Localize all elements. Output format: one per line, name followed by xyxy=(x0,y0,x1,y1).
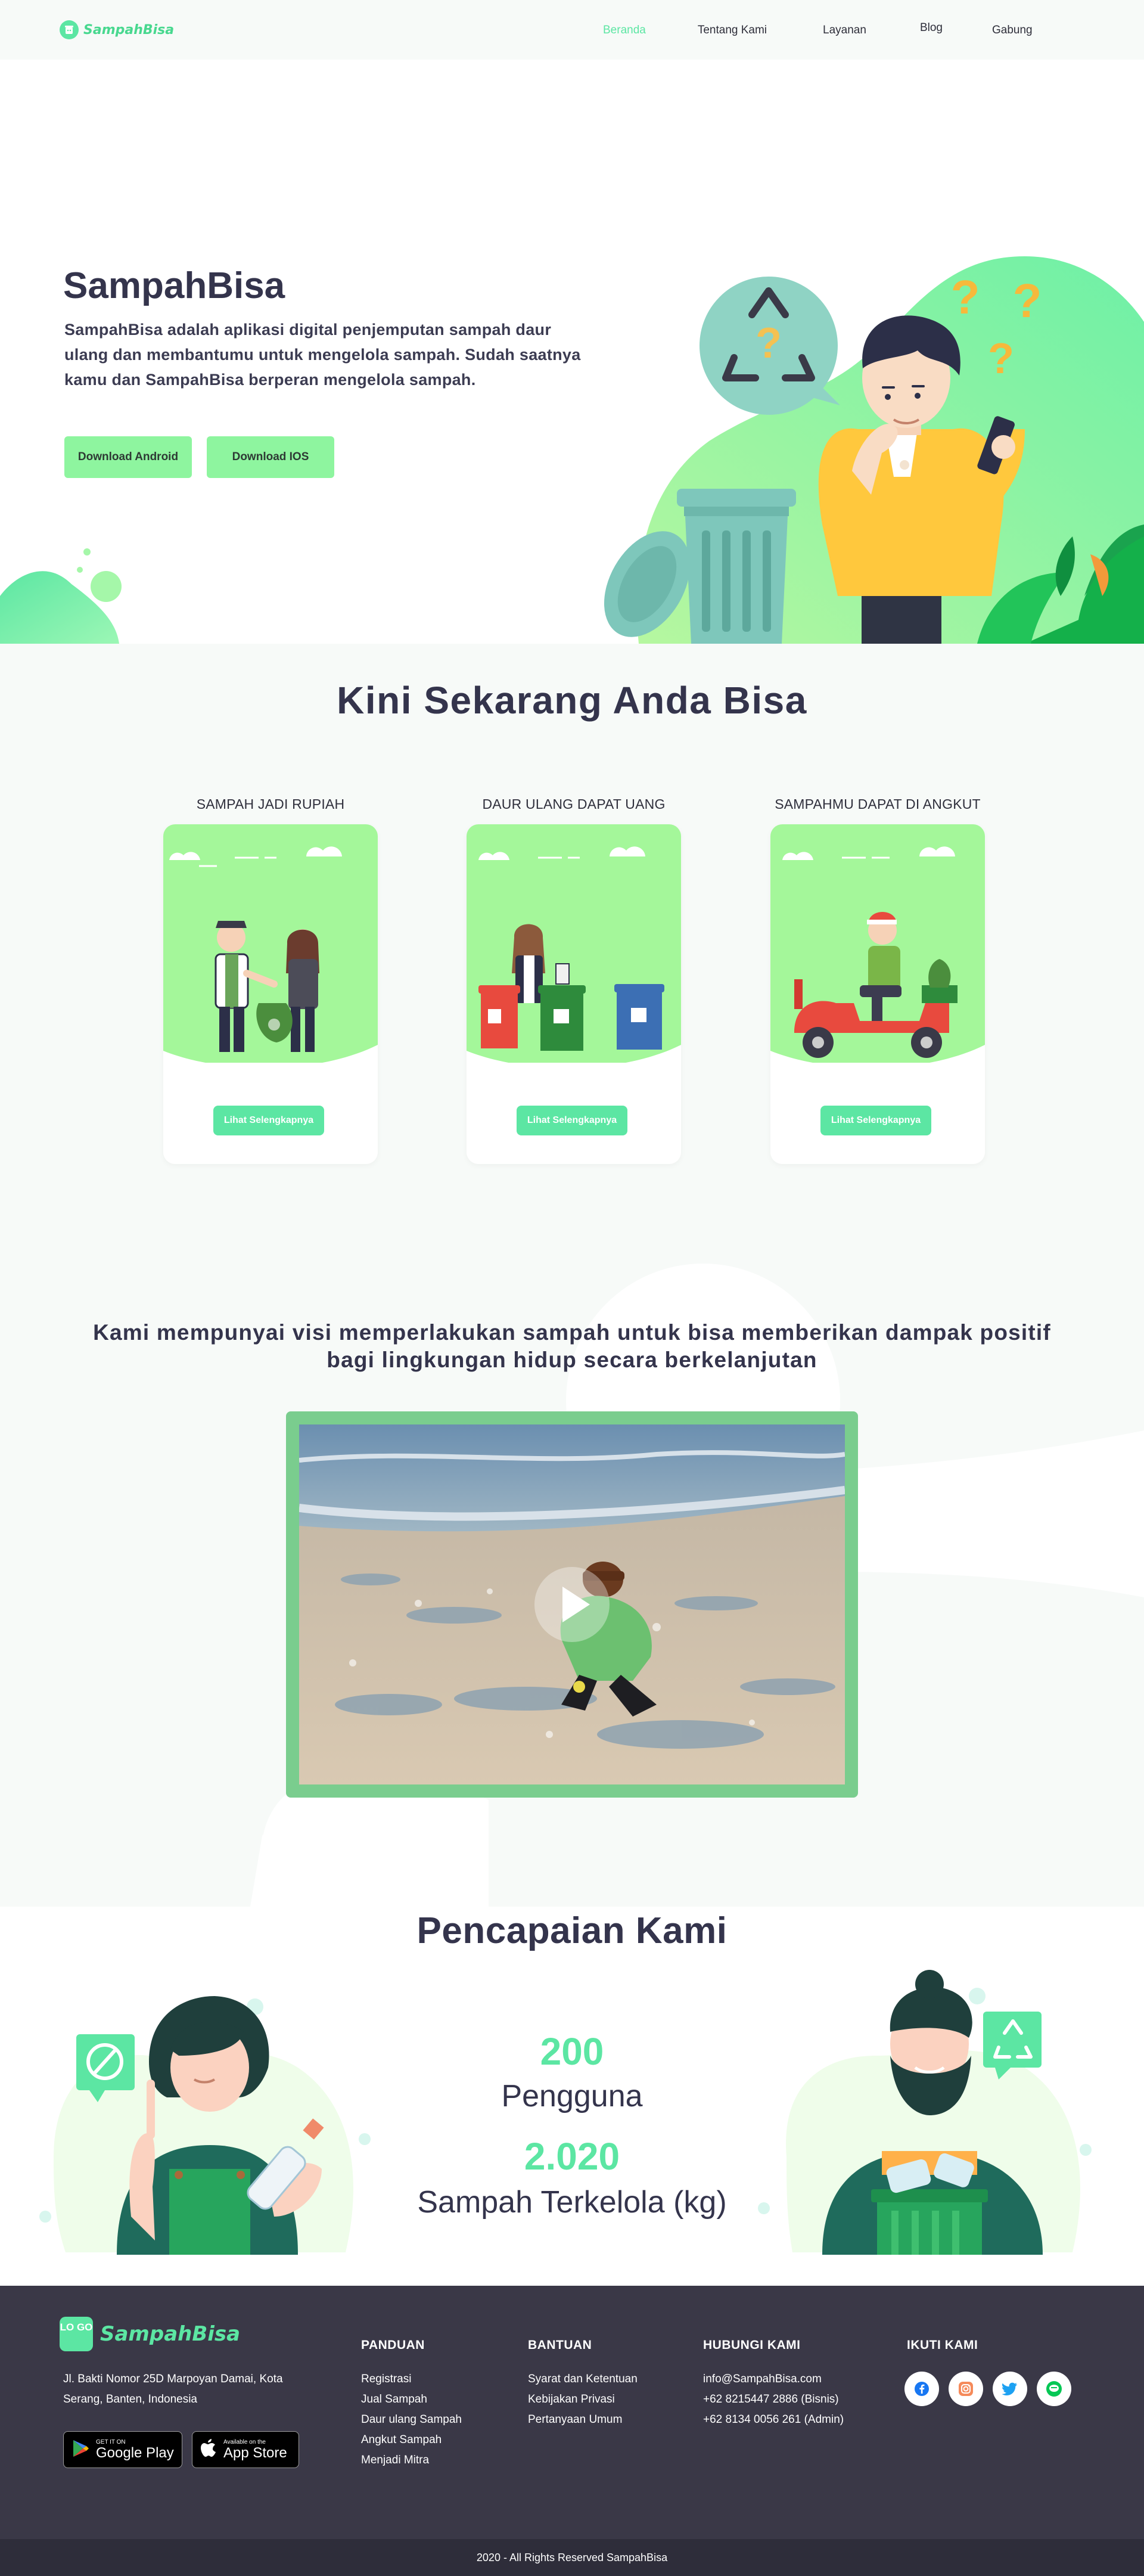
footer-logo-box: LO GO xyxy=(60,2317,93,2351)
line-icon[interactable] xyxy=(1037,2372,1071,2406)
twitter-icon[interactable] xyxy=(993,2372,1027,2406)
top-navbar: SampahBisa Beranda Tentang Kami Layanan … xyxy=(0,0,1144,60)
copyright-text: 2020 - All Rights Reserved SampahBisa xyxy=(0,2539,1144,2576)
nav-link-gabung[interactable]: Gabung xyxy=(992,24,1033,37)
nav-links: Beranda Tentang Kami Layanan Blog Gabung xyxy=(603,21,1033,37)
footer-brand-name: SampahBisa xyxy=(100,2322,241,2346)
feature-card: Lihat Selengkapnya xyxy=(770,824,985,1164)
feature-card: Lihat Selengkapnya xyxy=(163,824,378,1164)
feature-card-daur-ulang: DAUR ULANG DAPAT UANG Lihat Selengkapnya xyxy=(467,796,681,1164)
app-store-badge[interactable]: Available on the App Store xyxy=(192,2431,299,2468)
vision-section: Kami mempunyai visi memperlakukan sampah… xyxy=(0,1264,1144,1907)
stat-users-value: 200 xyxy=(540,2030,604,2073)
nav-link-beranda[interactable]: Beranda xyxy=(603,24,646,37)
footer-link-angkut-sampah[interactable]: Angkut Sampah xyxy=(361,2430,462,2450)
features-section: Kini Sekarang Anda Bisa SAMPAH JADI RUPI… xyxy=(0,644,1144,1264)
footer-link-privasi[interactable]: Kebijakan Privasi xyxy=(528,2389,638,2410)
hero-title: SampahBisa xyxy=(63,265,285,306)
svg-text:?: ? xyxy=(988,335,1014,383)
brand-logo[interactable]: SampahBisa xyxy=(60,20,174,39)
footer-column-title: HUBUNGI KAMI xyxy=(703,2338,801,2352)
nav-link-layanan[interactable]: Layanan xyxy=(823,24,866,37)
footer-link-syarat[interactable]: Syarat dan Ketentuan xyxy=(528,2369,638,2389)
video-player[interactable] xyxy=(286,1411,858,1798)
footer-link-registrasi[interactable]: Registrasi xyxy=(361,2369,462,2389)
stat-waste-label: Sampah Terkelola (kg) xyxy=(417,2185,727,2220)
nav-link-tentang-kami[interactable]: Tentang Kami xyxy=(698,24,767,37)
brand-name: SampahBisa xyxy=(83,22,175,38)
footer-contact-admin: +62 8134 0056 261 (Admin) xyxy=(703,2413,844,2426)
instagram-icon[interactable] xyxy=(949,2372,983,2406)
footer-column-title: PANDUAN xyxy=(361,2338,425,2352)
footer-link-faq[interactable]: Pertanyaan Umum xyxy=(528,2410,638,2430)
feature-card-angkut: SAMPAHMU DAPAT DI ANGKUT Lihat Selengkap… xyxy=(770,796,985,1164)
google-play-badge[interactable]: GET IT ON Google Play xyxy=(63,2431,182,2468)
footer-column-ikuti: IKUTI KAMI xyxy=(907,2338,978,2369)
social-links xyxy=(904,2372,1071,2406)
feature-card-title: SAMPAHMU DAPAT DI ANGKUT xyxy=(775,796,981,812)
footer-link-jual-sampah[interactable]: Jual Sampah xyxy=(361,2389,462,2410)
footer-column-title: IKUTI KAMI xyxy=(907,2338,978,2352)
feature-card-detail-button[interactable]: Lihat Selengkapnya xyxy=(213,1106,324,1135)
facebook-icon[interactable] xyxy=(904,2372,939,2406)
hero-section: ? ? ? ? SampahBisa SampahBisa adalah apl… xyxy=(0,60,1144,644)
footer-contact-email[interactable]: info@SampahBisa.com xyxy=(703,2369,844,2389)
achievements-section: Pencapaian Kami 200 Pengguna 2.020 Sampa… xyxy=(0,1907,1144,2286)
stat-users-label: Pengguna xyxy=(501,2079,643,2113)
google-play-small-text: GET IT ON xyxy=(96,2438,126,2445)
footer-link-daur-ulang[interactable]: Daur ulang Sampah xyxy=(361,2410,462,2430)
footer-logo[interactable]: LO GO SampahBisa xyxy=(60,2317,240,2351)
footer-column-hubungi: HUBUNGI KAMI info@SampahBisa.com +62 821… xyxy=(703,2338,844,2430)
svg-text:?: ? xyxy=(756,319,782,367)
feature-card-title: DAUR ULANG DAPAT UANG xyxy=(482,796,666,812)
app-store-big-text: App Store xyxy=(223,2444,287,2461)
google-play-icon xyxy=(72,2439,90,2461)
footer: LO GO SampahBisa Jl. Bakti Nomor 25D Mar… xyxy=(0,2286,1144,2576)
footer-column-title: BANTUAN xyxy=(528,2338,592,2352)
feature-card: Lihat Selengkapnya xyxy=(467,824,681,1164)
download-ios-button[interactable]: Download IOS xyxy=(207,436,334,478)
footer-contact-bisnis: +62 8215447 2886 (Bisnis) xyxy=(703,2393,839,2406)
feature-card-rupiah: SAMPAH JADI RUPIAH Lihat Selengkapnya xyxy=(163,796,378,1164)
nav-link-blog[interactable]: Blog xyxy=(920,21,943,37)
google-play-big-text: Google Play xyxy=(96,2444,174,2461)
beach-cleanup-video-thumbnail xyxy=(299,1424,845,1784)
features-heading: Kini Sekarang Anda Bisa xyxy=(337,679,807,722)
feature-card-detail-button[interactable]: Lihat Selengkapnya xyxy=(820,1106,931,1135)
stat-waste-value: 2.020 xyxy=(524,2135,620,2178)
achievements-heading: Pencapaian Kami xyxy=(416,1910,728,1951)
footer-column-bantuan: BANTUAN Syarat dan Ketentuan Kebijakan P… xyxy=(528,2338,638,2430)
footer-address: Jl. Bakti Nomor 25D Marpoyan Damai, Kota… xyxy=(63,2373,283,2406)
feature-card-detail-button[interactable]: Lihat Selengkapnya xyxy=(517,1106,627,1135)
svg-text:?: ? xyxy=(1013,274,1042,327)
footer-link-menjadi-mitra[interactable]: Menjadi Mitra xyxy=(361,2450,462,2471)
download-android-button[interactable]: Download Android xyxy=(64,436,192,478)
footer-column-panduan: PANDUAN Registrasi Jual Sampah Daur ulan… xyxy=(361,2338,462,2471)
svg-text:?: ? xyxy=(951,271,980,324)
hero-description: SampahBisa adalah aplikasi digital penje… xyxy=(64,321,581,389)
vision-text: Kami mempunyai visi memperlakukan sampah… xyxy=(93,1320,1051,1372)
apple-icon xyxy=(201,2438,217,2461)
app-store-small-text: Available on the xyxy=(223,2438,266,2445)
feature-card-title: SAMPAH JADI RUPIAH xyxy=(196,796,345,812)
logo-mark-icon xyxy=(60,20,79,39)
